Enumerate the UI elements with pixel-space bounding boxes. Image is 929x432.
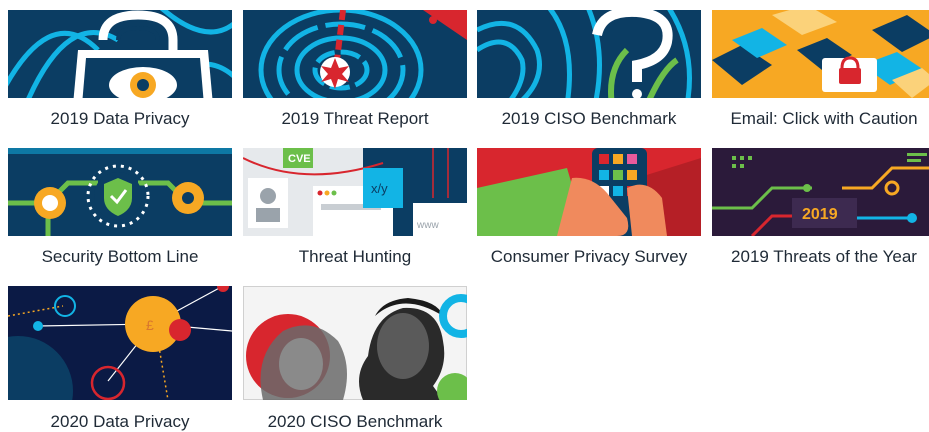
tile-label: Security Bottom Line <box>41 247 199 266</box>
tile-label: 2019 Data Privacy <box>50 109 190 128</box>
portrait-lion-icon <box>243 286 467 400</box>
cve-text: CVE <box>288 153 311 165</box>
envelope-lock-icon <box>712 10 929 98</box>
thumbnail-security-bottom-line <box>8 148 232 236</box>
tile-label: 2019 Threats of the Year <box>731 247 917 266</box>
thumbnail-threat-hunting: CVE x/y www <box>243 148 467 236</box>
tile-label: 2020 CISO Benchmark <box>267 412 443 431</box>
year-2019-text: 2019 <box>802 206 838 223</box>
thumbnail-consumer-privacy-survey <box>477 148 701 236</box>
pound-text: £ <box>146 317 154 333</box>
thumbnail-2019-data-privacy <box>8 10 232 98</box>
tile-label: 2020 Data Privacy <box>50 412 190 431</box>
tile-label: 2019 CISO Benchmark <box>501 109 677 128</box>
thumbnail-2019-threats-of-the-year: 2019 <box>712 148 929 236</box>
browser-windows-icon: CVE x/y www <box>243 148 467 236</box>
thumbnail-2020-data-privacy: £ <box>8 286 232 400</box>
tile-label: Email: Click with Caution <box>730 109 918 128</box>
svg-text:x/y: x/y <box>371 181 388 196</box>
resource-grid: 2019 Data Privacy 2019 Threat Report 201… <box>0 0 929 431</box>
tile-label: Consumer Privacy Survey <box>490 247 688 266</box>
fingerprint-target-icon <box>243 10 467 98</box>
planet-network-icon: £ <box>8 286 232 400</box>
tile-label: 2019 Threat Report <box>281 109 429 128</box>
lock-eye-icon <box>8 10 232 98</box>
thumbnail-2020-ciso-benchmark <box>243 286 467 400</box>
thumbnail-2019-ciso-benchmark <box>477 10 701 98</box>
fingerprint-question-icon <box>477 10 701 98</box>
thumbnail-2019-threat-report <box>243 10 467 98</box>
circuit-board-icon: 2019 <box>712 148 929 236</box>
tile-label: Threat Hunting <box>298 247 412 266</box>
www-text: www <box>416 220 439 231</box>
shield-network-icon <box>8 148 232 236</box>
phone-hand-icon <box>477 148 701 236</box>
thumbnail-email-click-with-caution <box>712 10 929 98</box>
